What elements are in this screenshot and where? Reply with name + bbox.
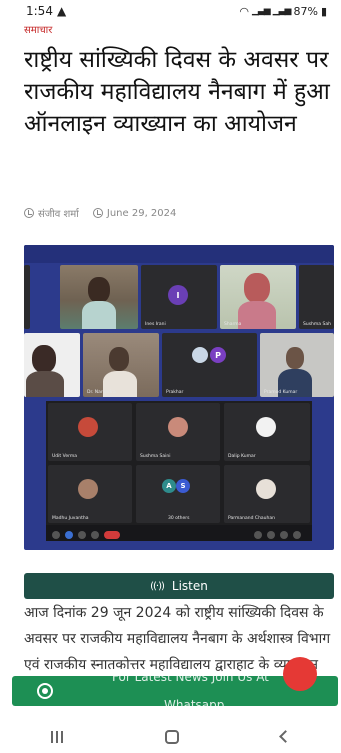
- hand-icon: [78, 530, 86, 539]
- participant-tile: Parmanand Chauhan: [224, 465, 310, 523]
- chat-icon: [280, 530, 288, 539]
- user-icon: [24, 208, 34, 218]
- info-icon: [254, 530, 262, 539]
- participant-tile: A S 30 others: [136, 465, 220, 523]
- recent-apps-icon[interactable]: [51, 730, 63, 743]
- more-icon: [91, 530, 99, 539]
- signal-icon: ▁▃▅: [251, 6, 271, 16]
- audio-wave-icon: ((·)): [150, 580, 165, 592]
- participant-tile: [60, 265, 138, 329]
- meeting-gallery: Udit Verma Sushma Saini Dalip Kumar Madh…: [46, 401, 312, 525]
- mic-icon: [52, 530, 60, 539]
- participant-tile: Sharma: [220, 265, 296, 329]
- category-label[interactable]: समाचार: [24, 22, 52, 36]
- participant-tile: Sushma Saini: [136, 403, 220, 461]
- article-image-meeting[interactable]: I Ines Irani Sharma Sushma Sah Dr. Naren…: [24, 245, 334, 550]
- warning-icon: ▲: [56, 4, 67, 18]
- participant-tile: [24, 333, 80, 397]
- people-icon: [267, 530, 275, 539]
- floating-action-button[interactable]: [283, 657, 317, 691]
- participant-tile: I Ines Irani: [141, 265, 217, 329]
- participant-tile: P Prakhar: [162, 333, 257, 397]
- publish-date: June 29, 2024: [92, 207, 177, 219]
- wifi-icon: ◠: [239, 4, 249, 18]
- whatsapp-text-line2: Whatsapp: [164, 698, 225, 712]
- participant-tile: Dalip Kumar: [224, 403, 310, 461]
- whatsapp-icon: [37, 683, 53, 699]
- system-nav-bar: [0, 720, 341, 753]
- battery-level: 87%: [293, 4, 318, 18]
- participant-tile: Sushma Sah: [299, 265, 334, 329]
- date-text: June 29, 2024: [106, 207, 177, 219]
- camera-icon: [65, 530, 73, 539]
- status-bar: 1:54 ▲ ◠ ▁▃▅ ▁▃▅ 87% ▮: [0, 0, 341, 22]
- signal-icon-2: ▁▃▅: [272, 6, 292, 16]
- author-name: संजीव शर्मा: [38, 209, 79, 220]
- participant-tile: Dr. Narendra: [83, 333, 159, 397]
- participant-tile: Udit Verma: [48, 403, 132, 461]
- participant-tile: [24, 265, 30, 329]
- participant-tile: Madhu Juvantha: [48, 465, 132, 523]
- listen-label: Listen: [171, 579, 208, 593]
- author[interactable]: संजीव शर्मा: [24, 206, 79, 220]
- activities-icon: [293, 530, 301, 539]
- meeting-topbar: [24, 245, 334, 263]
- status-time: 1:54: [26, 4, 53, 18]
- clock-icon: [92, 208, 103, 218]
- meeting-controls: [46, 525, 312, 541]
- battery-icon: ▮: [320, 4, 327, 18]
- home-icon[interactable]: [165, 729, 179, 744]
- participant-tile: Pramod Kumar: [260, 333, 334, 397]
- end-call-icon: [104, 530, 120, 539]
- back-icon[interactable]: [279, 730, 292, 743]
- whatsapp-text-line1: For Latest News Join Us At: [112, 670, 269, 684]
- article-title: राष्ट्रीय सांख्यिकी दिवस के अवसर पर राजक…: [24, 47, 330, 137]
- listen-button[interactable]: ((·)) Listen: [24, 573, 334, 599]
- article-meta: संजीव शर्मा June 29, 2024: [24, 206, 176, 220]
